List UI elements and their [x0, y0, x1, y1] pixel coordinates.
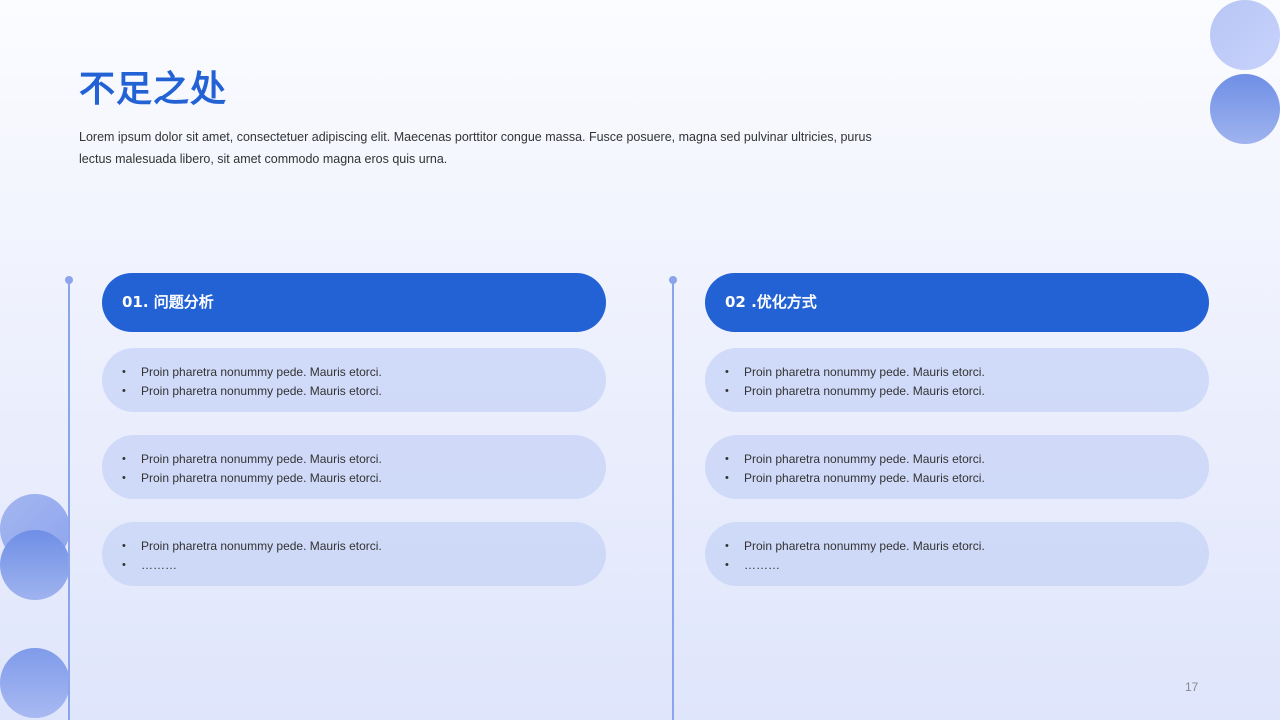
bullet-text: Proin pharetra nonummy pede. Mauris etor… — [725, 537, 1209, 556]
section-header-analysis: 01. 问题分析 — [102, 273, 606, 332]
list-item: Proin pharetra nonummy pede. Mauris etor… — [102, 435, 606, 499]
bullet-text: Proin pharetra nonummy pede. Mauris etor… — [122, 537, 606, 556]
bullet-text: Proin pharetra nonummy pede. Mauris etor… — [122, 363, 606, 382]
bullet-text: Proin pharetra nonummy pede. Mauris etor… — [725, 469, 1209, 488]
list-item: Proin pharetra nonummy pede. Mauris etor… — [705, 348, 1209, 412]
list-item: Proin pharetra nonummy pede. Mauris etor… — [705, 522, 1209, 586]
timeline-dot — [65, 276, 73, 284]
timeline-dot — [669, 276, 677, 284]
page-title: 不足之处 — [79, 69, 228, 110]
page-number: 17 — [1185, 680, 1199, 694]
intro-text: Lorem ipsum dolor sit amet, consectetuer… — [79, 130, 872, 166]
section-header-optimization: 02 .优化方式 — [705, 273, 1209, 332]
bullet-text: Proin pharetra nonummy pede. Mauris etor… — [725, 363, 1209, 382]
bullet-text: ……… — [725, 556, 1209, 575]
decor-circle — [0, 648, 70, 718]
decor-circle — [0, 530, 70, 600]
list-item: Proin pharetra nonummy pede. Mauris etor… — [102, 348, 606, 412]
bullet-text: ……… — [122, 556, 606, 575]
decor-circle — [1210, 0, 1280, 70]
decor-circle — [1210, 74, 1280, 144]
bullet-text: Proin pharetra nonummy pede. Mauris etor… — [122, 469, 606, 488]
timeline-line — [669, 276, 677, 720]
list-item: Proin pharetra nonummy pede. Mauris etor… — [705, 435, 1209, 499]
timeline-line — [65, 276, 73, 720]
bullet-text: Proin pharetra nonummy pede. Mauris etor… — [725, 382, 1209, 401]
bullet-text: Proin pharetra nonummy pede. Mauris etor… — [122, 450, 606, 469]
list-item: Proin pharetra nonummy pede. Mauris etor… — [102, 522, 606, 586]
bullet-text: Proin pharetra nonummy pede. Mauris etor… — [725, 450, 1209, 469]
bullet-text: Proin pharetra nonummy pede. Mauris etor… — [122, 382, 606, 401]
